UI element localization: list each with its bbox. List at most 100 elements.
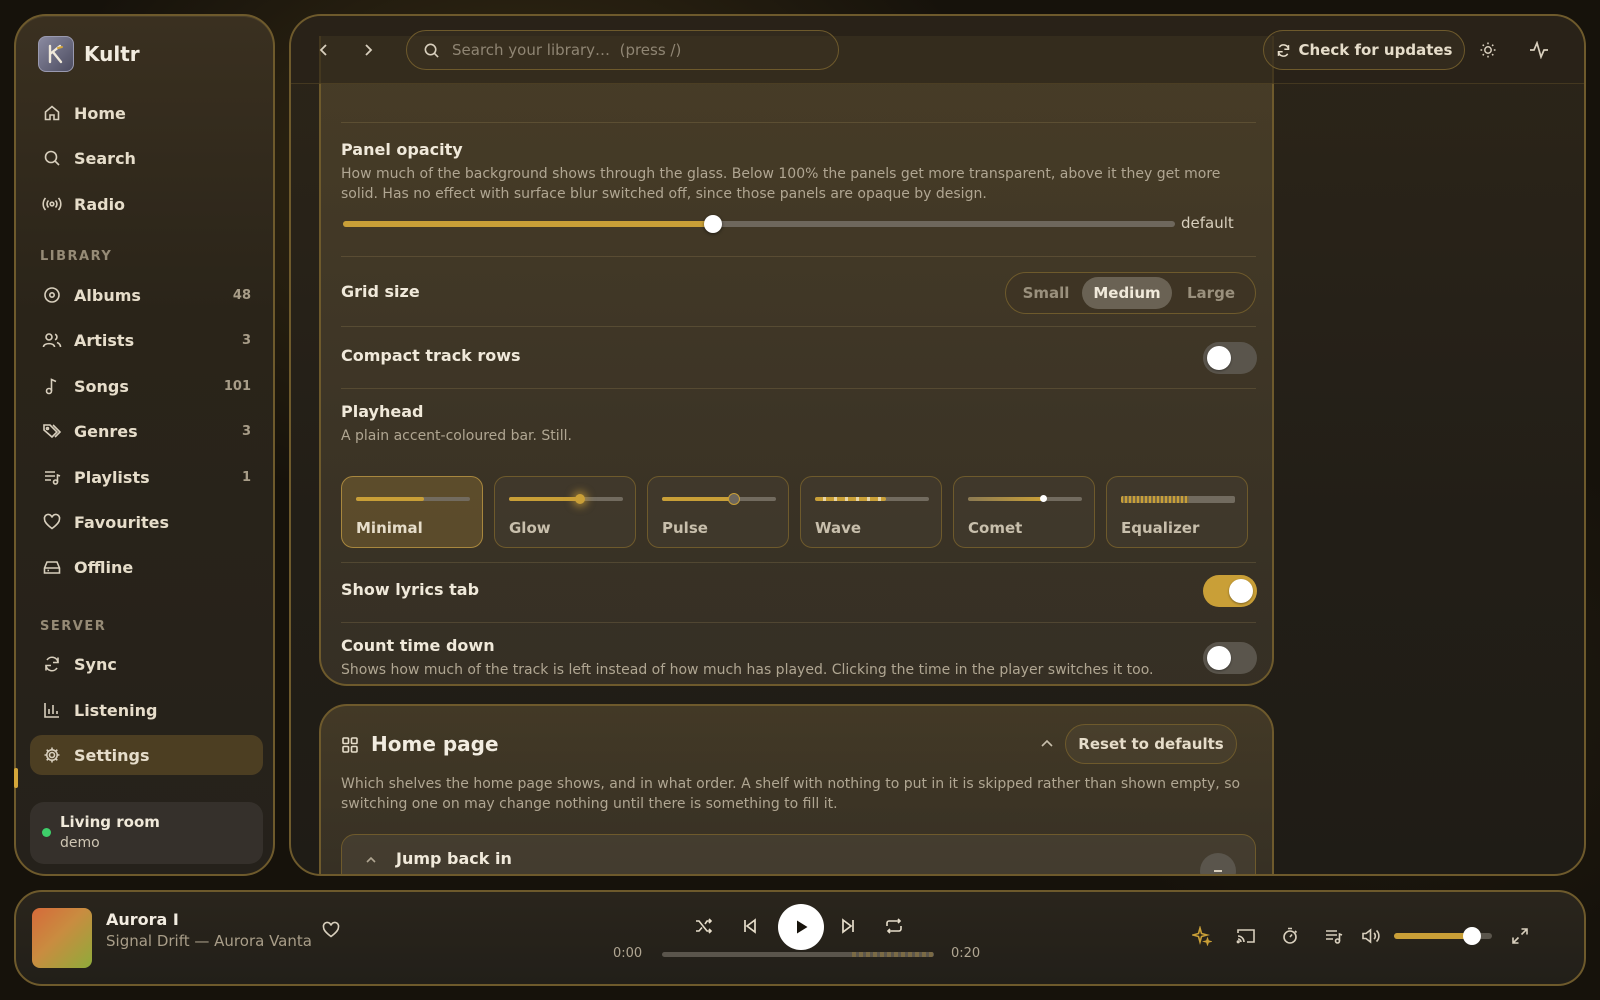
search-input[interactable]	[452, 41, 812, 59]
home-page-title: Home page	[371, 732, 499, 756]
nav-songs[interactable]: Songs 101	[30, 366, 263, 406]
playhead-comet[interactable]: Comet	[953, 476, 1095, 548]
playhead-name: Wave	[815, 519, 862, 537]
remove-shelf-button[interactable]	[1200, 853, 1236, 874]
queue-icon[interactable]	[1320, 922, 1348, 950]
divider	[341, 388, 1256, 389]
home-page-settings-card: Home page Reset to defaults Which shelve…	[319, 704, 1274, 874]
playhead-preview	[356, 497, 470, 501]
reset-defaults-button[interactable]: Reset to defaults	[1065, 724, 1237, 764]
server-heading: SERVER	[40, 619, 107, 634]
nav-count: 3	[241, 423, 251, 439]
nav-genres[interactable]: Genres 3	[30, 411, 263, 451]
volume-icon[interactable]	[1358, 922, 1386, 950]
divider	[341, 122, 1256, 123]
preview-fill	[509, 497, 580, 501]
nav-label: Settings	[74, 745, 150, 765]
lyrics-tab-toggle[interactable]	[1203, 575, 1257, 607]
toggle-knob	[1207, 646, 1231, 670]
brand[interactable]: Kultr	[38, 36, 140, 72]
track-subtitle[interactable]: Signal Drift — Aurora Vanta	[106, 932, 312, 950]
radio-icon	[42, 194, 62, 214]
grid-size-large[interactable]: Large	[1172, 277, 1250, 309]
playhead-pulse[interactable]: Pulse	[647, 476, 789, 548]
main-panel: Panel opacity How much of the background…	[289, 14, 1586, 876]
total-time[interactable]: 0:20	[951, 946, 980, 961]
panel-opacity-slider[interactable]	[343, 215, 1175, 233]
previous-track-icon[interactable]	[736, 912, 764, 940]
repeat-icon[interactable]	[880, 912, 908, 940]
sun-icon[interactable]	[1474, 36, 1502, 64]
check-updates-button[interactable]: Check for updates	[1263, 30, 1465, 70]
chevron-up-icon[interactable]	[1039, 736, 1055, 752]
sparkles-icon[interactable]	[1188, 922, 1216, 950]
top-bar: Check for updates	[291, 16, 1584, 84]
gear-icon	[42, 745, 62, 765]
playhead-description: A plain accent-coloured bar. Still.	[341, 428, 572, 444]
nav-label: Genres	[74, 421, 138, 441]
nav-home[interactable]: Home	[30, 93, 263, 133]
album-art[interactable]	[32, 908, 92, 968]
shelf-item[interactable]: Jump back in	[341, 834, 1256, 874]
grid-size-medium[interactable]: Medium	[1082, 277, 1172, 309]
cast-icon[interactable]	[1232, 922, 1260, 950]
forward-button[interactable]	[354, 36, 382, 64]
slider-thumb[interactable]	[704, 215, 723, 233]
playhead-name: Minimal	[356, 519, 423, 537]
home-icon	[42, 103, 62, 123]
favourite-heart-icon[interactable]	[322, 921, 340, 939]
app-name: Kultr	[84, 42, 140, 66]
compact-rows-toggle[interactable]	[1203, 342, 1257, 374]
play-button[interactable]	[778, 904, 824, 950]
playhead-name: Comet	[968, 519, 1023, 537]
divider	[341, 256, 1256, 257]
nav-settings[interactable]: Settings	[30, 735, 263, 775]
activity-icon[interactable]	[1525, 36, 1553, 64]
search-icon	[42, 148, 62, 168]
play-icon	[792, 918, 810, 936]
server-switcher[interactable]: Living room demo	[30, 802, 263, 864]
server-status-dot	[42, 828, 51, 837]
volume-fill	[1394, 933, 1473, 939]
back-button[interactable]	[310, 36, 338, 64]
playhead-glow[interactable]: Glow	[494, 476, 636, 548]
track-progress-bar[interactable]	[662, 952, 934, 957]
nav-label: Albums	[74, 285, 141, 305]
album-icon	[42, 285, 62, 305]
nav-offline[interactable]: Offline	[30, 547, 263, 587]
volume-slider[interactable]	[1394, 927, 1492, 945]
shuffle-icon[interactable]	[690, 912, 718, 940]
nav-sync[interactable]: Sync	[30, 644, 263, 684]
track-title[interactable]: Aurora I	[106, 910, 179, 929]
nav-artists[interactable]: Artists 3	[30, 320, 263, 360]
preview-fill	[1121, 496, 1190, 503]
playhead-equalizer[interactable]: Equalizer	[1106, 476, 1248, 548]
elapsed-time[interactable]: 0:00	[613, 946, 642, 961]
player-bar: Aurora I Signal Drift — Aurora Vanta 0:0…	[14, 890, 1586, 986]
fullscreen-icon[interactable]	[1506, 922, 1534, 950]
nav-playlists[interactable]: Playlists 1	[30, 457, 263, 497]
playhead-wave[interactable]: Wave	[800, 476, 942, 548]
nav-radio[interactable]: Radio	[30, 184, 263, 224]
nav-search[interactable]: Search	[30, 138, 263, 178]
nav-albums[interactable]: Albums 48	[30, 275, 263, 315]
timer-icon[interactable]	[1276, 922, 1304, 950]
preview-fill	[815, 497, 886, 501]
playhead-minimal[interactable]: Minimal	[341, 476, 483, 548]
chevron-up-icon[interactable]	[364, 853, 378, 867]
next-track-icon[interactable]	[834, 912, 862, 940]
grid-size-small[interactable]: Small	[1010, 277, 1082, 309]
nav-favourites[interactable]: Favourites	[30, 502, 263, 542]
heart-icon	[42, 512, 62, 532]
playhead-preview	[509, 494, 623, 504]
count-down-toggle[interactable]	[1203, 642, 1257, 674]
library-heading: LIBRARY	[40, 249, 113, 264]
nav-label: Listening	[74, 700, 158, 720]
preview-fill	[968, 497, 1044, 501]
playhead-preview	[968, 495, 1082, 502]
nav-listening[interactable]: Listening	[30, 690, 263, 730]
refresh-icon	[1276, 43, 1291, 58]
library-search[interactable]	[406, 30, 839, 70]
volume-thumb[interactable]	[1463, 927, 1482, 945]
panel-opacity-title: Panel opacity	[341, 140, 463, 159]
